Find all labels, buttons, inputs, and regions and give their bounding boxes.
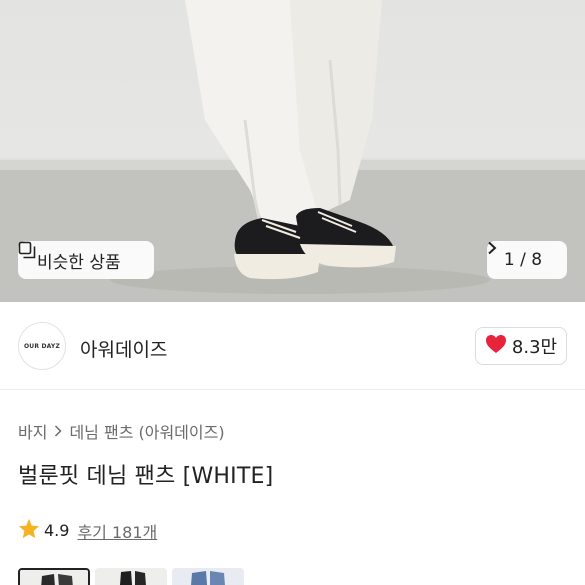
like-button[interactable]: 8.3만 [475,327,567,365]
rating-value: 4.9 [44,521,70,540]
similar-products-button[interactable]: 비슷한 상품 [18,241,154,279]
thumbnail-photo [95,568,167,585]
thumbnail-image[interactable] [18,568,90,585]
thumbnail-photo [172,568,244,585]
breadcrumb-item-category[interactable]: 바지 [18,419,47,443]
product-image[interactable]: 비슷한 상품 1 / 8 [0,0,585,302]
thumbnail-photo [20,570,88,585]
product-title: 벌룬핏 데님 팬츠 [WHITE] [18,464,274,489]
thumbnail-image[interactable] [172,568,244,585]
image-pager-count: 1 / 8 [503,250,543,270]
heart-icon [485,334,507,359]
image-pager-button[interactable]: 1 / 8 [487,241,567,279]
similar-products-label: 비슷한 상품 [37,252,121,273]
thumbnail-image[interactable] [95,568,167,585]
brand-name[interactable]: 아워데이즈 [80,335,167,362]
chevron-right-icon [54,425,63,437]
reviews-link[interactable]: 후기 181개 [77,519,157,543]
breadcrumb: 바지 데님 팬츠 (아워데이즈) [18,419,225,443]
breadcrumb-item-subcategory[interactable]: 데님 팬츠 (아워데이즈) [69,419,224,443]
rating-row: 4.9 후기 181개 [18,518,157,543]
brand-logo-text: OUR DAYZ [23,342,61,350]
brand-logo: OUR DAYZ [18,322,66,370]
like-count: 8.3만 [511,337,558,358]
star-icon [18,518,40,543]
